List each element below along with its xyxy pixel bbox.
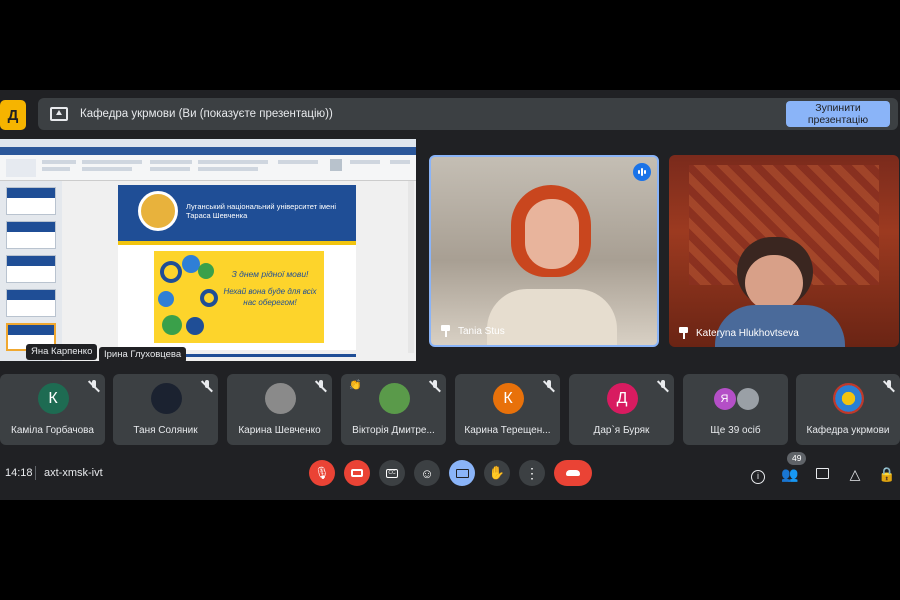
mic-off-icon (430, 380, 440, 393)
ppt-ribbon (0, 155, 416, 181)
participant-name: Tania Stus (458, 325, 505, 337)
slide-thumbnail[interactable] (6, 187, 56, 215)
greeting-line-1: З днем рідної мови! (231, 269, 309, 279)
participant-tile[interactable]: Кафедра укрмови (796, 374, 900, 445)
mic-off-icon (202, 380, 212, 393)
raise-hand-button[interactable]: ✋ (484, 460, 510, 486)
present-now-icon (455, 468, 469, 478)
emoji-icon: ☺ (420, 465, 434, 481)
pin-icon[interactable] (679, 327, 688, 339)
host-controls-button[interactable]: 🔒 (877, 464, 897, 484)
avatar: Д (606, 383, 638, 414)
participant-name: Таня Соляник (133, 425, 198, 436)
participant-name: Kateryna Hlukhovtseva (696, 327, 799, 339)
raise-hand-icon: ✋ (488, 465, 506, 480)
university-crest-icon (138, 191, 178, 231)
mic-off-icon (544, 380, 554, 393)
slide-header: Луганський національний університет імен… (118, 185, 356, 245)
captions-button[interactable]: CC (379, 460, 405, 486)
meeting-code: axt-xmsk-ivt (44, 467, 103, 479)
current-slide: Луганський національний університет імен… (118, 185, 356, 350)
mic-off-icon (884, 380, 894, 393)
more-icon: ⋮ (525, 465, 539, 481)
meet-logo: Д (0, 100, 26, 130)
more-participants-label: Ще 39 осіб (710, 425, 761, 436)
participant-name: Дар`я Буряк (593, 425, 650, 436)
video-tile-kateryna[interactable]: Kateryna Hlukhovtseva (669, 155, 899, 347)
ppt-titlebar (0, 139, 416, 147)
activities-icon: △ (849, 466, 861, 482)
participant-name: Кафедра укрмови (806, 425, 890, 436)
participant-tile[interactable]: К Каміла Горбачова (0, 374, 105, 445)
people-icon: 👥 (781, 466, 799, 482)
avatar: К (37, 383, 69, 414)
avatar (378, 383, 410, 414)
divider (35, 466, 36, 480)
meeting-time: 14:18 (5, 467, 33, 479)
stop-presenting-button[interactable]: Зупинити презентацію (786, 101, 890, 127)
presenting-title: Кафедра укрмови (Ви (показуєте презентац… (80, 108, 333, 120)
shared-screen: Луганський національний університет імен… (0, 139, 416, 361)
info-icon: i (751, 470, 765, 484)
scrollbar[interactable] (408, 181, 414, 353)
more-participants-tile[interactable]: Я Ще 39 осіб (683, 374, 788, 445)
end-call-icon (566, 470, 580, 476)
chat-button[interactable] (812, 464, 832, 484)
clap-reaction-icon: 👏 (349, 380, 362, 391)
captions-icon: CC (386, 468, 398, 478)
participant-tile[interactable]: К Карина Терещен... (455, 374, 560, 445)
slide-thumbnail[interactable] (6, 221, 56, 249)
host-controls-icon: 🔒 (878, 466, 896, 482)
participant-name: Вікторія Дмитре... (352, 425, 435, 436)
meeting-info-button[interactable]: i (748, 464, 768, 484)
mic-off-icon (316, 380, 326, 393)
pin-icon[interactable] (441, 325, 450, 337)
slide-thumbnails (0, 181, 62, 361)
mic-off-icon: 🎙 (314, 466, 330, 480)
participant-name: Каміла Горбачова (11, 425, 94, 436)
meet-window: Д Кафедра укрмови (Ви (показуєте презент… (0, 90, 900, 500)
participant-tile[interactable]: 👏 Вікторія Дмитре... (341, 374, 446, 445)
presenting-bar: Кафедра укрмови (Ви (показуєте презентац… (38, 98, 898, 130)
slide-thumbnail[interactable] (6, 289, 56, 317)
camera-off-button[interactable] (344, 460, 370, 486)
video-label: Kateryna Hlukhovtseva (679, 327, 799, 339)
mic-off-icon (658, 380, 668, 393)
activities-button[interactable]: △ (845, 464, 865, 484)
participant-tile[interactable]: Д Дар`я Буряк (569, 374, 674, 445)
participant-name-overlay: Яна Карпенко (26, 344, 98, 360)
slide-greeting: З днем рідної мови! Нехай вона буде для … (220, 269, 320, 308)
present-now-button[interactable] (449, 460, 475, 486)
avatar (264, 383, 296, 414)
avatar (736, 388, 759, 410)
emoji-button[interactable]: ☺ (414, 460, 440, 486)
video-tile-tania[interactable]: Tania Stus (429, 155, 659, 347)
avatar: Я (713, 388, 736, 410)
avatar (833, 383, 864, 414)
greeting-line-2: Нехай вона буде для всіх нас оберегом! (223, 287, 317, 307)
mic-off-button[interactable]: 🎙 (309, 460, 335, 486)
video-label: Tania Stus (441, 325, 505, 337)
camera-off-icon (351, 469, 363, 477)
participant-tile[interactable]: Карина Шевченко (227, 374, 332, 445)
ppt-ribbon-tabs (0, 147, 416, 155)
end-call-button[interactable] (554, 460, 592, 486)
avatar: К (492, 383, 524, 414)
present-icon (50, 107, 68, 121)
greeting-banner: З днем рідної мови! Нехай вона буде для … (154, 251, 324, 343)
participant-name: Карина Терещен... (464, 425, 551, 436)
participant-name-overlay: Ірина Глуховцева (99, 347, 187, 363)
participant-tile[interactable]: Таня Соляник (113, 374, 218, 445)
people-button[interactable]: 👥 (780, 464, 800, 484)
chat-icon (815, 468, 829, 479)
mic-off-icon (89, 380, 99, 393)
avatar (150, 383, 182, 414)
speaking-indicator-icon (633, 163, 651, 181)
slide-thumbnail[interactable] (6, 255, 56, 283)
more-options-button[interactable]: ⋮ (519, 460, 545, 486)
university-name: Луганський національний університет імен… (186, 202, 337, 220)
participant-name: Карина Шевченко (238, 425, 321, 436)
